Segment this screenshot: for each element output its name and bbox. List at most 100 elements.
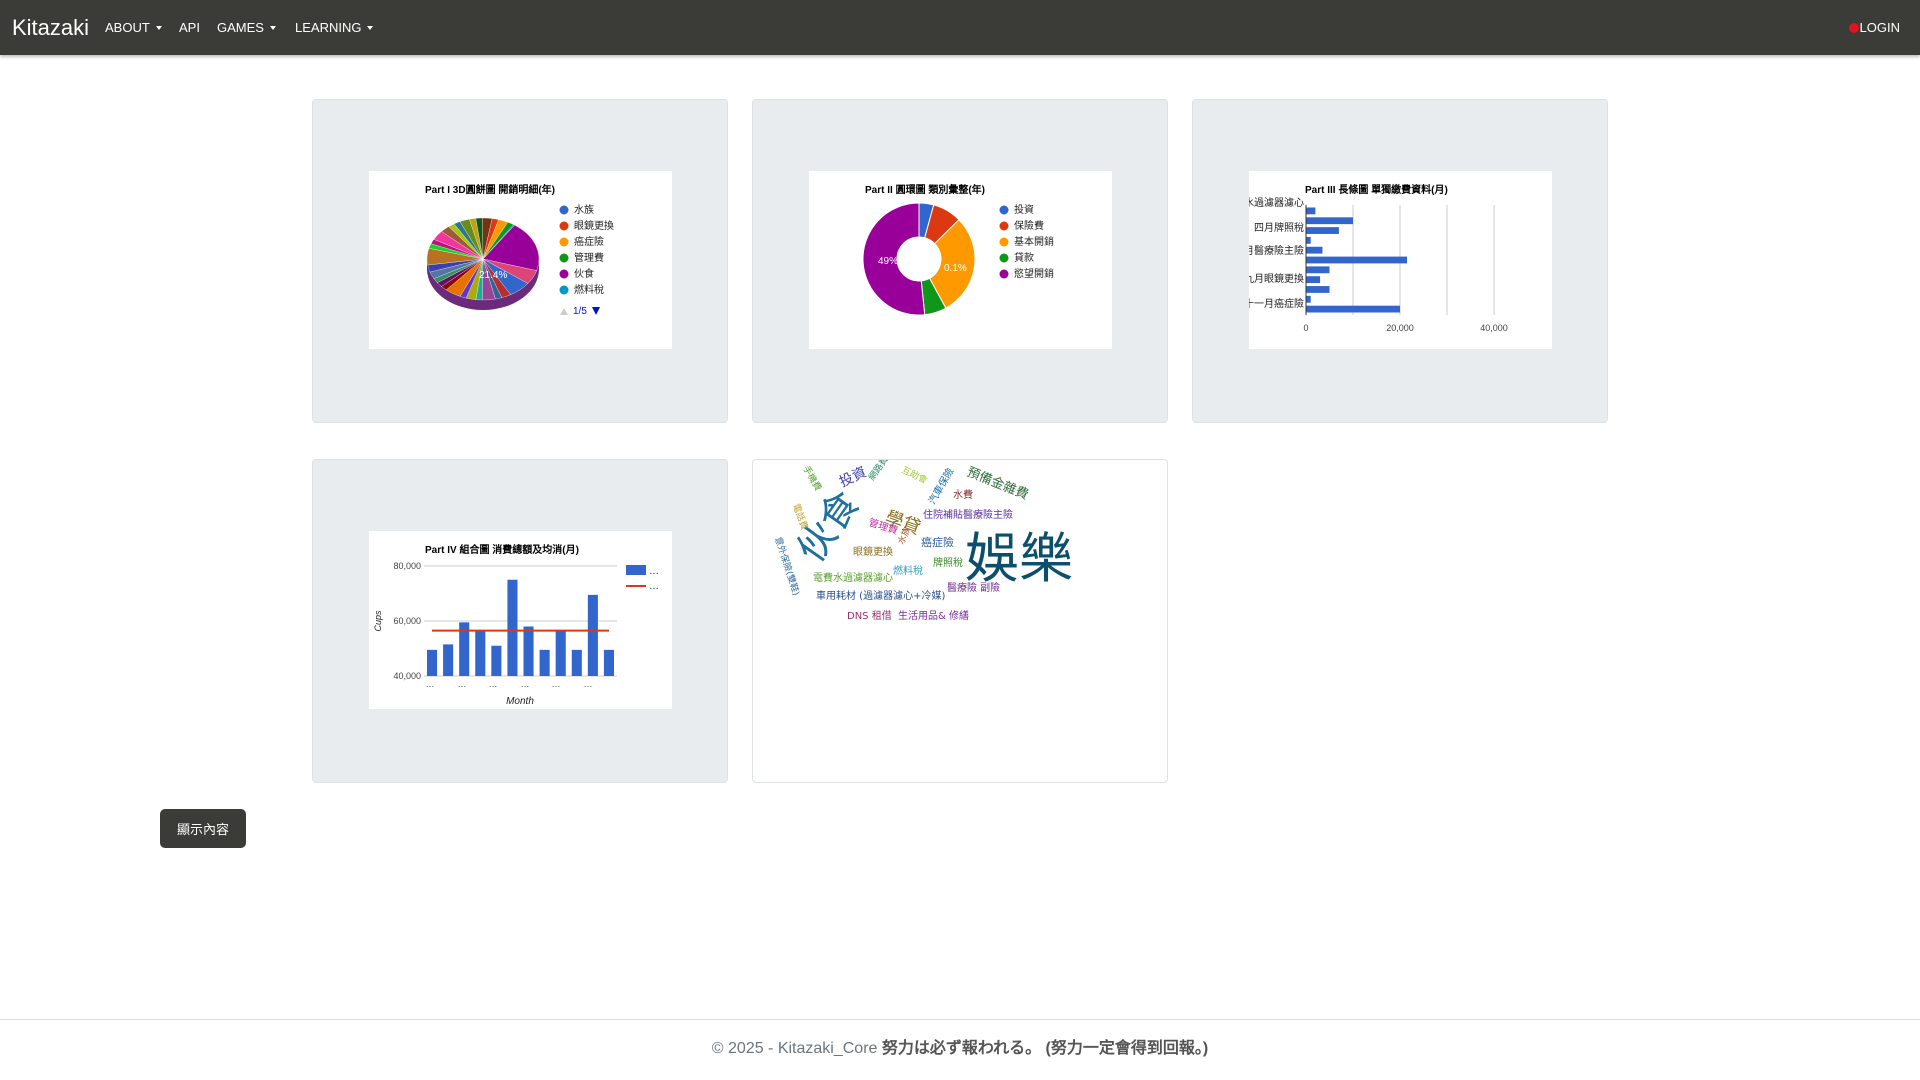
- vbar[interactable]: [539, 649, 550, 676]
- donut-data-label: 49%: [878, 256, 898, 267]
- legend-label: 水族: [574, 203, 594, 216]
- y-tick-label: 40,000: [393, 671, 421, 681]
- login-status-dot-icon: [1848, 22, 1859, 33]
- footer-motto: 努力は必ず報われる。 (努力一定會得到回報。): [881, 1040, 1209, 1057]
- hbar[interactable]: [1306, 207, 1316, 215]
- x-tick-label: 40,000: [1480, 323, 1508, 333]
- combo-chart-svg: Part IV 組合圖 消費總額及均消(月) 80,000 60,000 40,…: [373, 543, 659, 707]
- wordcloud-word: 互助會: [900, 464, 930, 486]
- donut-data-label: 0.1%: [944, 263, 967, 274]
- vbar[interactable]: [491, 645, 502, 676]
- category-label: 十一月癌症險: [1249, 297, 1304, 310]
- hbar-bars: [1306, 207, 1408, 313]
- legend-marker: [559, 205, 569, 215]
- hbar[interactable]: [1306, 286, 1330, 293]
- wordcloud-word: 燃料稅: [893, 564, 923, 577]
- legend-marker: [999, 221, 1009, 231]
- nav-about-dropdown[interactable]: ABOUT: [105, 20, 162, 35]
- hbar[interactable]: [1306, 266, 1330, 274]
- wordcloud-word: 預備金雜費: [965, 464, 1031, 503]
- legend-marker: [559, 269, 569, 279]
- vbar[interactable]: [571, 649, 582, 676]
- nav-api-link[interactable]: API: [179, 20, 200, 35]
- login-link[interactable]: LOGIN: [1848, 20, 1900, 35]
- nav-games-dropdown[interactable]: GAMES: [217, 20, 276, 35]
- wordcloud-word: 牌照稅: [933, 556, 963, 569]
- nav-learning-dropdown[interactable]: LEARNING: [295, 20, 374, 35]
- x-tick-label: …: [552, 679, 561, 689]
- combo-bars: [427, 579, 614, 677]
- x-tick-label: …: [521, 679, 530, 689]
- wordcloud-word: 車用耗材 (過濾器濾心+冷媒): [816, 589, 945, 602]
- wordcloud-word: 娛樂: [965, 527, 1073, 590]
- vbar[interactable]: [475, 630, 486, 676]
- chart-title: Part II 圓環圖 類別彙整(年): [865, 183, 985, 196]
- vbar[interactable]: [523, 626, 534, 677]
- x-axis-title: Month: [506, 696, 534, 707]
- legend-label: 基本開銷: [1014, 235, 1054, 248]
- vbar[interactable]: [443, 644, 454, 676]
- x-tick-label: …: [458, 679, 467, 689]
- hbar[interactable]: [1306, 256, 1408, 264]
- brand-link[interactable]: Kitazaki: [12, 14, 89, 41]
- category-label: 四月牌照稅: [1254, 221, 1304, 234]
- nav-about-label: ABOUT: [105, 20, 150, 35]
- chart-part2: Part II 圓環圖 類別彙整(年) 49% 0.1% 投資 保險費 基本開銷…: [809, 171, 1112, 349]
- chart-card-part2[interactable]: Part II 圓環圖 類別彙整(年) 49% 0.1% 投資 保險費 基本開銷…: [752, 99, 1168, 423]
- legend-prev-page-icon[interactable]: [560, 308, 568, 315]
- vbar[interactable]: [587, 594, 598, 676]
- x-tick-label: …: [584, 679, 593, 689]
- legend-label: 投資: [1014, 203, 1034, 216]
- vbar[interactable]: [427, 649, 438, 676]
- wordcloud-word: 醫療險 副險: [947, 581, 1000, 594]
- show-content-button[interactable]: 顯示內容: [160, 809, 246, 848]
- legend-marker: [559, 237, 569, 247]
- legend-label: 燃料稅: [574, 283, 604, 296]
- chart-part4: Part IV 組合圖 消費總額及均消(月) 80,000 60,000 40,…: [369, 531, 672, 709]
- legend-label: …: [649, 581, 659, 592]
- vbar[interactable]: [603, 649, 614, 676]
- chart-card-part3[interactable]: Part III 長條圖 單獨繳費資料(月) 二月水過濾器濾心 四月牌照稅 六月…: [1192, 99, 1608, 423]
- vbar[interactable]: [555, 630, 566, 676]
- hbar[interactable]: [1306, 236, 1311, 244]
- legend-next-page-icon[interactable]: [592, 307, 600, 315]
- login-label: LOGIN: [1859, 20, 1900, 35]
- wordcloud-word: DNS 租借: [847, 609, 892, 622]
- nav-games-label: GAMES: [217, 20, 264, 35]
- category-label: 六月醫療險主險: [1249, 244, 1304, 257]
- pie-data-label: 21.4%: [479, 270, 507, 281]
- hbar[interactable]: [1306, 305, 1400, 313]
- chart-card-part1[interactable]: Part I 3D圓餅圖 開銷明細(年) 21.4% 水族 眼鏡更換 癌症險 管…: [312, 99, 728, 423]
- footer-divider: [0, 1019, 1920, 1020]
- legend-marker: [559, 221, 569, 231]
- legend-marker: [559, 285, 569, 295]
- vbar[interactable]: [507, 579, 518, 676]
- legend-label: 保險費: [1014, 219, 1044, 232]
- hbar[interactable]: [1306, 295, 1311, 303]
- hbar[interactable]: [1306, 276, 1321, 284]
- wordcloud-card[interactable]: 娛樂 伙食 學貸 預備金雜費 投資 汽車保險 水費 住院補貼醫療險主險 癌症險 …: [752, 454, 1168, 783]
- legend-marker: [999, 205, 1009, 215]
- y-axis-title: Cups: [373, 610, 383, 632]
- legend-label: 癌症險: [574, 235, 604, 248]
- nav-api-label: API: [179, 20, 200, 35]
- hbar[interactable]: [1306, 227, 1339, 234]
- chart-card-part4[interactable]: Part IV 組合圖 消費總額及均消(月) 80,000 60,000 40,…: [312, 459, 728, 783]
- wordcloud-word: 水費: [953, 488, 973, 501]
- legend-label: 伙食: [574, 267, 594, 280]
- legend-marker: [626, 565, 646, 575]
- footer-copyright: © 2025 - Kitazaki_Core: [711, 1040, 878, 1057]
- x-tick-label: 20,000: [1386, 323, 1414, 333]
- hbar[interactable]: [1306, 217, 1353, 225]
- x-tick-label: …: [489, 679, 498, 689]
- y-tick-label: 60,000: [393, 616, 421, 626]
- chart-title: Part III 長條圖 單獨繳費資料(月): [1305, 183, 1448, 196]
- hbar[interactable]: [1306, 246, 1323, 254]
- x-tick-label: 0: [1303, 323, 1308, 333]
- legend-label: 眼鏡更換: [574, 219, 614, 232]
- pie-legend: 水族 眼鏡更換 癌症險 管理費 伙食 燃料稅 1/5: [559, 203, 614, 317]
- wordcloud-word: 汽車保險: [925, 465, 956, 506]
- pie3d-chart-svg: Part I 3D圓餅圖 開銷明細(年) 21.4% 水族 眼鏡更換 癌症險 管…: [425, 183, 614, 317]
- legend-label: 慾望開銷: [1014, 267, 1054, 280]
- wordcloud-word: 投資: [837, 464, 869, 490]
